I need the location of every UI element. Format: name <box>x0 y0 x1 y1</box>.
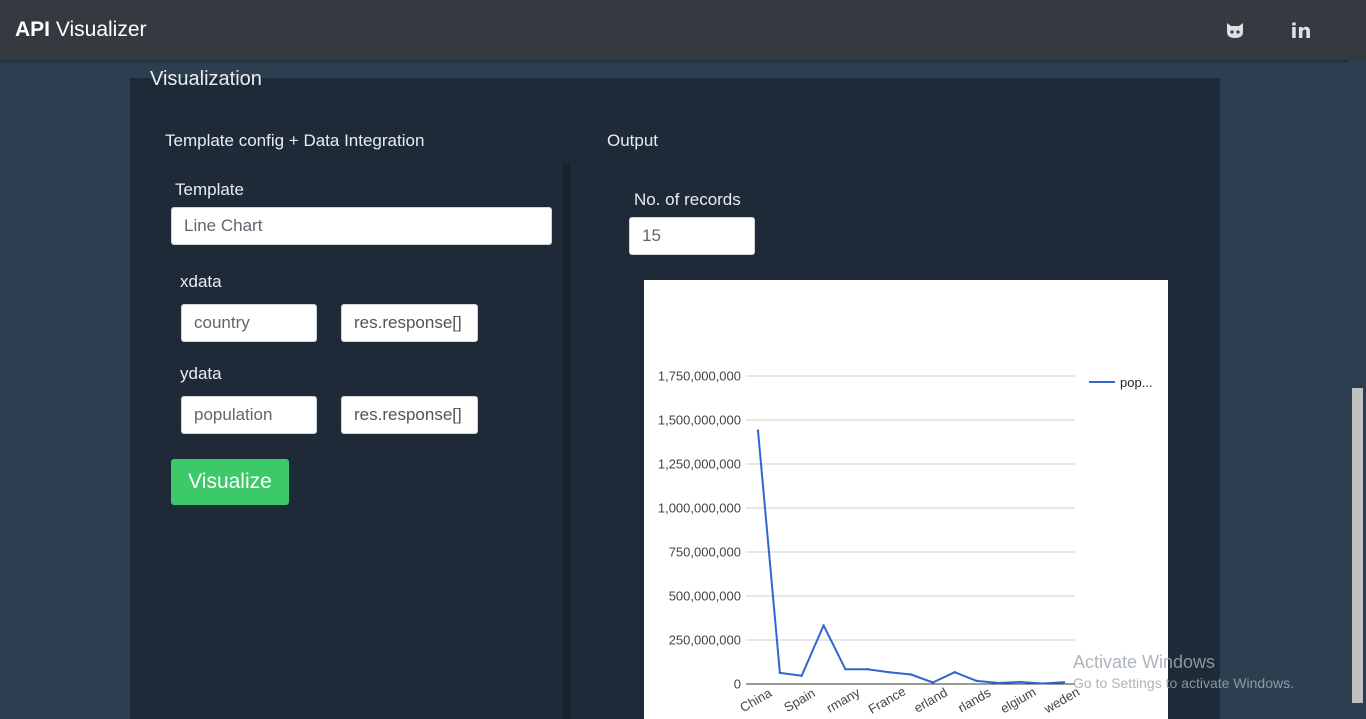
github-icon[interactable] <box>1224 20 1246 42</box>
chart-x-tick-label: elgium <box>998 684 1039 716</box>
chart-x-tick-label: rmany <box>824 684 863 715</box>
linkedin-glyph: in <box>1290 19 1312 43</box>
chart-y-tick-label: 750,000,000 <box>669 545 741 560</box>
watermark-title: Activate Windows <box>1073 652 1216 672</box>
chart-data-point <box>1040 682 1044 685</box>
chart-series-line <box>757 430 1065 685</box>
brand-bold: API <box>15 18 51 41</box>
chart-y-tick-label: 250,000,000 <box>669 633 741 648</box>
chart-y-tick-label: 500,000,000 <box>669 589 741 604</box>
chart-x-tick-label: France <box>866 683 909 716</box>
chart-data-point <box>822 624 825 627</box>
chart-x-tick-label: rlands <box>955 685 994 716</box>
linkedin-icon[interactable]: in <box>1290 19 1312 43</box>
xdata-label: xdata <box>180 272 222 291</box>
activate-windows-watermark: Activate Windows Go to Settings to activ… <box>1073 652 1294 691</box>
chart-y-tick-label: 0 <box>734 677 741 692</box>
chart-data-point <box>756 429 760 432</box>
xdata-path-input[interactable]: res.response[] <box>341 304 478 342</box>
panel-divider <box>563 163 570 719</box>
chart-data-point <box>1062 680 1066 684</box>
watermark-subtitle: Go to Settings to activate Windows. <box>1073 675 1294 691</box>
chart-legend-label: pop... <box>1120 375 1153 390</box>
ydata-label: ydata <box>180 364 222 383</box>
chart-data-point <box>887 671 891 674</box>
records-input[interactable]: 15 <box>629 217 755 255</box>
template-config-title: Template config + Data Integration <box>165 131 425 150</box>
chart-y-tick-label: 1,000,000,000 <box>658 501 741 516</box>
ydata-field-input[interactable]: population <box>181 396 317 434</box>
records-label: No. of records <box>634 190 741 209</box>
chart-data-point <box>800 674 803 677</box>
chart-y-tick-label: 1,500,000,000 <box>658 413 741 428</box>
chart-y-tick-label: 1,250,000,000 <box>658 457 741 472</box>
page-scrollbar[interactable] <box>1349 60 1366 719</box>
navbar: API Visualizer in <box>0 0 1366 60</box>
brand-text: Visualizer <box>50 18 147 41</box>
template-select[interactable]: Line Chart <box>171 207 552 245</box>
chart-x-tick-label: erland <box>911 685 950 716</box>
chart-data-point <box>1019 680 1022 684</box>
section-title: Visualization <box>150 68 262 90</box>
chart-data-point <box>909 673 913 676</box>
chart-data-point <box>778 671 782 675</box>
brand-logo[interactable]: API Visualizer <box>15 18 147 42</box>
template-label: Template <box>175 180 244 199</box>
scrollbar-thumb[interactable] <box>1352 388 1363 703</box>
chart-x-tick-label: Spain <box>781 685 817 715</box>
chart-data-point <box>931 681 935 684</box>
output-title: Output <box>607 131 659 150</box>
ydata-path-input[interactable]: res.response[] <box>341 396 478 434</box>
visualize-button[interactable]: Visualize <box>171 459 289 505</box>
chart-data-point <box>975 679 978 683</box>
chart-data-point <box>997 681 1000 685</box>
xdata-field-input[interactable]: country <box>181 304 317 342</box>
chart-data-point <box>953 671 956 674</box>
chart-data-point <box>844 668 847 671</box>
chart-x-tick-label: China <box>737 685 775 715</box>
chart-data-point <box>866 668 869 671</box>
chart-y-tick-label: 1,750,000,000 <box>658 369 741 384</box>
